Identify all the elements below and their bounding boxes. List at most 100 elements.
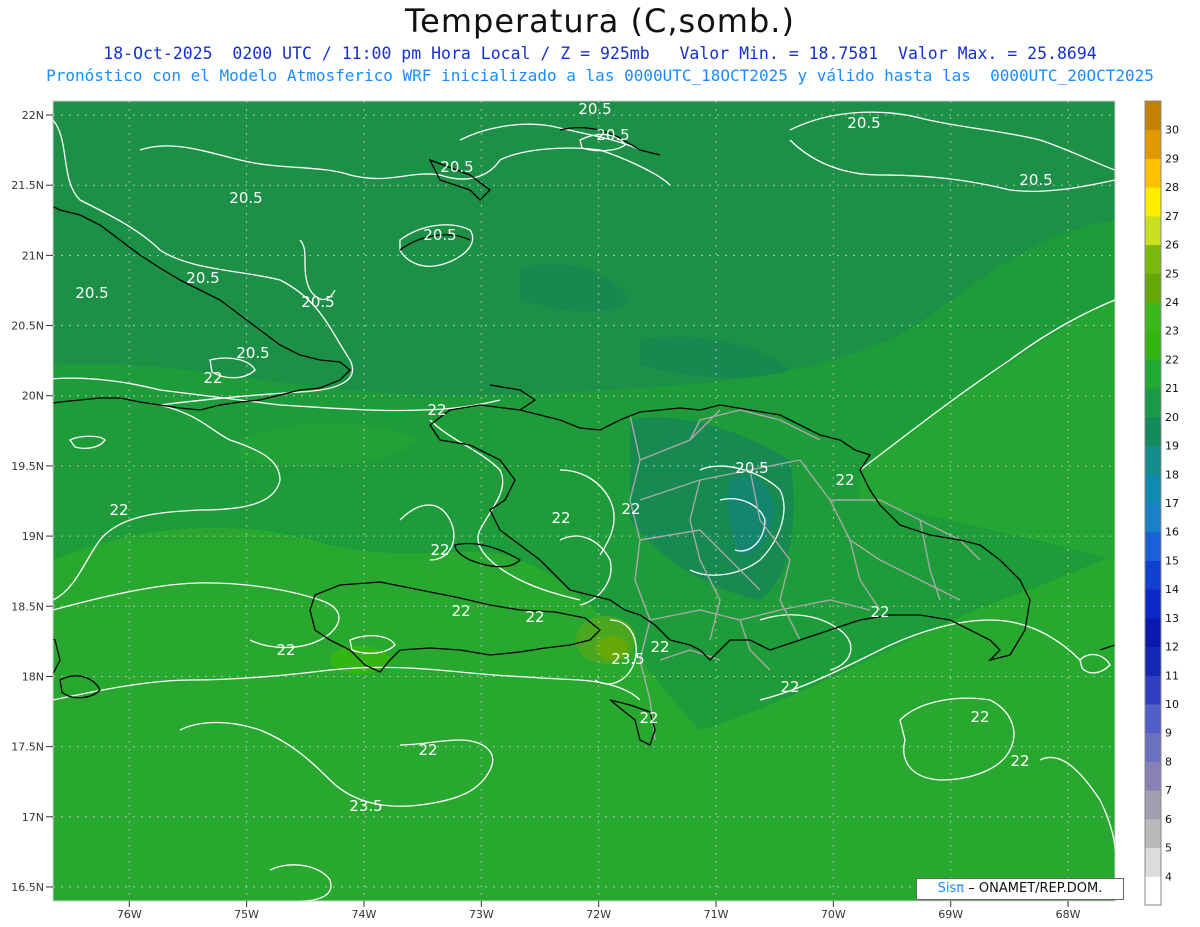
colorbar-swatch [1145,503,1161,533]
contour-label: 20.5 [423,226,456,244]
credit-onamet-label: – ONAMET/REP.DOM. [968,881,1103,896]
colorbar-swatch [1145,187,1161,217]
lat-tick-label: 17.5N [11,741,44,754]
contour-label: 23.5 [349,797,382,815]
colorbar-swatch [1145,359,1161,389]
colorbar-swatch [1145,847,1161,877]
credit-sis-label: Sisπ [937,881,965,896]
contour-label: 22 [109,501,128,519]
colorbar-label: 26 [1165,239,1179,252]
contour-label: 20.5 [75,284,108,302]
colorbar-swatch [1145,302,1161,332]
temperature-map: 22N 21.5N 21N 20.5N 20N 19.5N 19N 18.5N 18N 17.5N… [11,100,1179,921]
colorbar-swatch [1145,101,1161,131]
lat-tick-label: 18N [22,670,44,683]
colorbar-label: 27 [1165,210,1179,223]
lat-tick-label: 19.5N [11,460,44,473]
contour-label: 20.5 [236,344,269,362]
colorbar-label: 6 [1165,813,1172,826]
contour-label: 22 [650,638,669,656]
colorbar-label: 10 [1165,698,1179,711]
contour-label: 20.5 [301,293,334,311]
latitude-axis: 22N 21.5N 21N 20.5N 20N 19.5N 19N 18.5N 18N 17.5N… [11,109,53,894]
contour-label: 20.5 [735,459,768,477]
contour-label: 22 [621,500,640,518]
contour-label: 20.5 [1019,171,1052,189]
contour-label: 20.5 [596,126,629,144]
contour-label: 22 [551,509,570,527]
colorbar-swatch [1145,129,1161,159]
colorbar-swatch [1145,732,1161,762]
colorbar-label: 20 [1165,411,1179,424]
colorbar-swatch [1145,704,1161,734]
colorbar-label: 14 [1165,583,1179,596]
colorbar-label: 9 [1165,727,1172,740]
lon-tick-label: 68W [1056,908,1081,921]
colorbar-label: 22 [1165,353,1179,366]
lat-tick-label: 20N [22,390,44,403]
credit-box: Sisπ – ONAMET/REP.DOM. [916,878,1124,900]
colorbar-swatch [1145,818,1161,849]
colorbar-label: 24 [1165,296,1179,309]
colorbar-label: 7 [1165,784,1172,797]
contour-label: 22 [1010,752,1029,770]
contour-label: 22 [525,608,544,626]
contour-label: 22 [418,741,437,759]
colorbar-label: 23 [1165,325,1179,338]
contour-label: 22 [639,709,658,727]
lat-tick-label: 21.5N [11,179,44,192]
colorbar-swatch [1145,445,1161,475]
contour-label: 22 [870,603,889,621]
lon-tick-label: 73W [469,908,494,921]
colorbar-swatch [1145,560,1161,590]
colorbar-label: 29 [1165,152,1179,165]
lon-tick-label: 74W [352,908,377,921]
colorbar-swatch [1145,531,1161,561]
contour-label: 20.5 [186,269,219,287]
lon-tick-label: 71W [704,908,729,921]
contour-label: 22 [780,678,799,696]
longitude-axis: 76W 75W 74W 73W 72W 71W 70W 69W 68W [117,901,1081,921]
colorbar-label: 4 [1165,870,1172,883]
lat-tick-label: 19N [22,530,44,543]
colorbar-swatch [1145,474,1161,504]
contour-label: 22 [430,541,449,559]
colorbar-label: 17 [1165,497,1179,510]
colorbar-swatch [1145,790,1161,820]
colorbar-swatch [1145,244,1161,274]
colorbar-swatch [1145,761,1161,791]
colorbar-swatch [1145,646,1161,676]
colorbar-swatch [1145,273,1161,303]
lat-tick-label: 20.5N [11,320,44,333]
contour-label: 20.5 [229,189,262,207]
colorbar-swatch [1145,675,1161,705]
contour-label: 20.5 [847,114,880,132]
colorbar-swatch [1145,617,1161,648]
colorbar-swatch [1145,215,1161,246]
colorbar-swatch [1145,158,1161,188]
colorbar-label: 13 [1165,612,1179,625]
lon-tick-label: 75W [234,908,259,921]
contour-label: 22 [427,401,446,419]
colorbar-label: 25 [1165,267,1179,280]
contour-label: 22 [203,369,222,387]
colorbar-label: 18 [1165,468,1179,481]
lon-tick-label: 70W [821,908,846,921]
lat-tick-label: 21N [22,249,44,262]
colorbar-label: 16 [1165,526,1179,539]
colorbar-label: 15 [1165,554,1179,567]
contour-label: 22 [276,641,295,659]
colorbar-swatch [1145,589,1161,619]
contour-label: 20.5 [578,100,611,118]
lat-tick-label: 18.5N [11,600,44,613]
colorbar-swatch [1145,416,1161,447]
colorbar-label: 12 [1165,641,1179,654]
lon-tick-label: 69W [938,908,963,921]
lat-tick-label: 17N [22,811,44,824]
colorbar-label: 21 [1165,382,1179,395]
colorbar-label: 5 [1165,842,1172,855]
lon-tick-label: 76W [117,908,142,921]
colorbar-swatch [1145,388,1161,418]
temperature-field [53,101,1115,901]
colorbar-swatch [1145,876,1161,906]
